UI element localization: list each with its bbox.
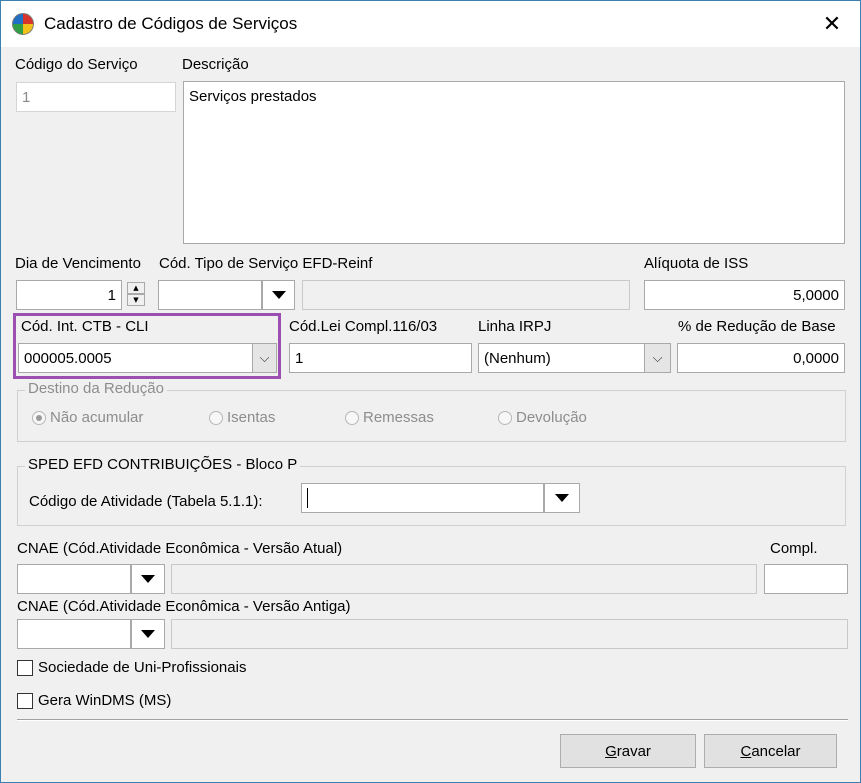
linha-irpj-value: (Nenhum) — [484, 349, 551, 367]
radio-icon — [209, 410, 223, 425]
cnae-antiga-input[interactable] — [17, 619, 131, 649]
radio-isentas[interactable]: Isentas — [209, 409, 275, 426]
aliquota-iss-value: 5,0000 — [793, 286, 839, 304]
cnae-antiga-label: CNAE (Cód.Atividade Econômica - Versão A… — [17, 598, 351, 615]
checkbox-icon — [17, 659, 33, 676]
codigo-servico-value: 1 — [22, 88, 31, 106]
title-bar: Cadastro de Códigos de Serviços ✕ — [1, 1, 860, 47]
spin-down-icon[interactable]: ▼ — [127, 294, 145, 306]
checkbox-icon — [17, 692, 33, 709]
tipo-servico-reinf-input[interactable] — [158, 280, 262, 310]
aliquota-iss-input[interactable]: 5,0000 — [644, 280, 845, 310]
linha-irpj-combo[interactable]: (Nenhum) ⌵ — [478, 343, 671, 373]
gravar-mnemonic: G — [605, 742, 617, 760]
radio-label: Não acumular — [50, 409, 144, 426]
close-icon[interactable]: ✕ — [817, 11, 847, 39]
text-caret — [307, 488, 308, 508]
uni-profissionais-checkbox[interactable]: Sociedade de Uni-Profissionais — [17, 659, 246, 676]
tipo-servico-description — [302, 280, 630, 310]
cod-int-ctb-label: Cód. Int. CTB - CLI — [21, 318, 149, 335]
cod-int-ctb-value: 000005.0005 — [24, 349, 112, 367]
reducao-base-value: 0,0000 — [793, 349, 839, 367]
triangle-down-icon — [555, 494, 569, 502]
triangle-down-icon — [271, 291, 286, 299]
radio-nao-acumular[interactable]: Não acumular — [32, 409, 143, 426]
cod-lei-label: Cód.Lei Compl.116/03 — [289, 318, 438, 335]
radio-devolucao[interactable]: Devolução — [498, 409, 587, 426]
chevron-down-icon[interactable]: ⌵ — [252, 344, 276, 372]
separator-line — [17, 719, 848, 721]
cnae-atual-label: CNAE (Cód.Atividade Econômica - Versão A… — [17, 540, 343, 557]
triangle-down-icon — [141, 575, 155, 583]
codigo-atividade-input[interactable] — [301, 483, 544, 513]
radio-label: Isentas — [227, 409, 276, 426]
reducao-base-input[interactable]: 0,0000 — [677, 343, 845, 373]
checkbox-label: Gera WinDMS (MS) — [38, 692, 172, 709]
codigo-servico-label: Código do Serviço — [15, 56, 138, 73]
radio-remessas[interactable]: Remessas — [345, 409, 434, 426]
dia-vencimento-spinner[interactable]: ▲ ▼ — [127, 282, 145, 306]
sped-legend: SPED EFD CONTRIBUIÇÕES - Bloco P — [25, 456, 301, 473]
cod-lei-value: 1 — [295, 349, 304, 367]
cancelar-button[interactable]: Cancelar — [704, 734, 837, 768]
codigo-servico-field[interactable]: 1 — [16, 82, 176, 112]
radio-label: Remessas — [363, 409, 434, 426]
triangle-down-icon — [141, 630, 155, 638]
compl-label: Compl. — [770, 540, 818, 557]
compl-input[interactable] — [764, 564, 848, 594]
dialog-window: Cadastro de Códigos de Serviços ✕ Código… — [0, 0, 861, 783]
radio-icon — [345, 410, 359, 425]
linha-irpj-label: Linha IRPJ — [478, 318, 552, 335]
radio-icon — [498, 410, 512, 425]
dia-vencimento-value: 1 — [107, 286, 116, 304]
dia-vencimento-label: Dia de Vencimento — [15, 255, 141, 272]
cnae-atual-description — [171, 564, 757, 594]
cancelar-label: ancelar — [751, 742, 801, 760]
cod-int-ctb-combo[interactable]: 000005.0005 ⌵ — [18, 343, 277, 373]
destino-reducao-legend: Destino da Redução — [25, 380, 167, 397]
spin-up-icon[interactable]: ▲ — [127, 282, 145, 294]
codigo-atividade-dropdown-button[interactable] — [544, 483, 580, 513]
descricao-label: Descrição — [182, 56, 249, 73]
chevron-down-icon[interactable]: ⌵ — [644, 344, 670, 372]
radio-selected-icon — [32, 410, 46, 425]
gravar-button[interactable]: Gravar — [560, 734, 696, 768]
tipo-servico-reinf-label: Cód. Tipo de Serviço EFD-Reinf — [159, 255, 373, 272]
descricao-textarea[interactable]: Serviços prestados — [183, 81, 845, 244]
window-title: Cadastro de Códigos de Serviços — [44, 14, 298, 33]
reducao-base-label: % de Redução de Base — [678, 318, 836, 335]
codigo-atividade-label: Código de Atividade (Tabela 5.1.1): — [29, 493, 263, 510]
gera-windms-checkbox[interactable]: Gera WinDMS (MS) — [17, 692, 171, 709]
aliquota-iss-label: Alíquota de ISS — [644, 255, 749, 272]
checkbox-label: Sociedade de Uni-Profissionais — [38, 659, 247, 676]
cnae-antiga-description — [171, 619, 848, 649]
cnae-atual-input[interactable] — [17, 564, 131, 594]
cod-lei-input[interactable]: 1 — [289, 343, 472, 373]
dia-vencimento-input[interactable]: 1 — [16, 280, 122, 310]
descricao-value: Serviços prestados — [189, 88, 317, 105]
tipo-servico-dropdown-button[interactable] — [262, 280, 295, 310]
gravar-label: ravar — [616, 742, 651, 760]
wheel-app-icon — [12, 13, 34, 35]
cnae-antiga-dropdown-button[interactable] — [131, 619, 165, 649]
radio-label: Devolução — [516, 409, 587, 426]
cnae-atual-dropdown-button[interactable] — [131, 564, 165, 594]
cancelar-mnemonic: C — [740, 742, 752, 760]
